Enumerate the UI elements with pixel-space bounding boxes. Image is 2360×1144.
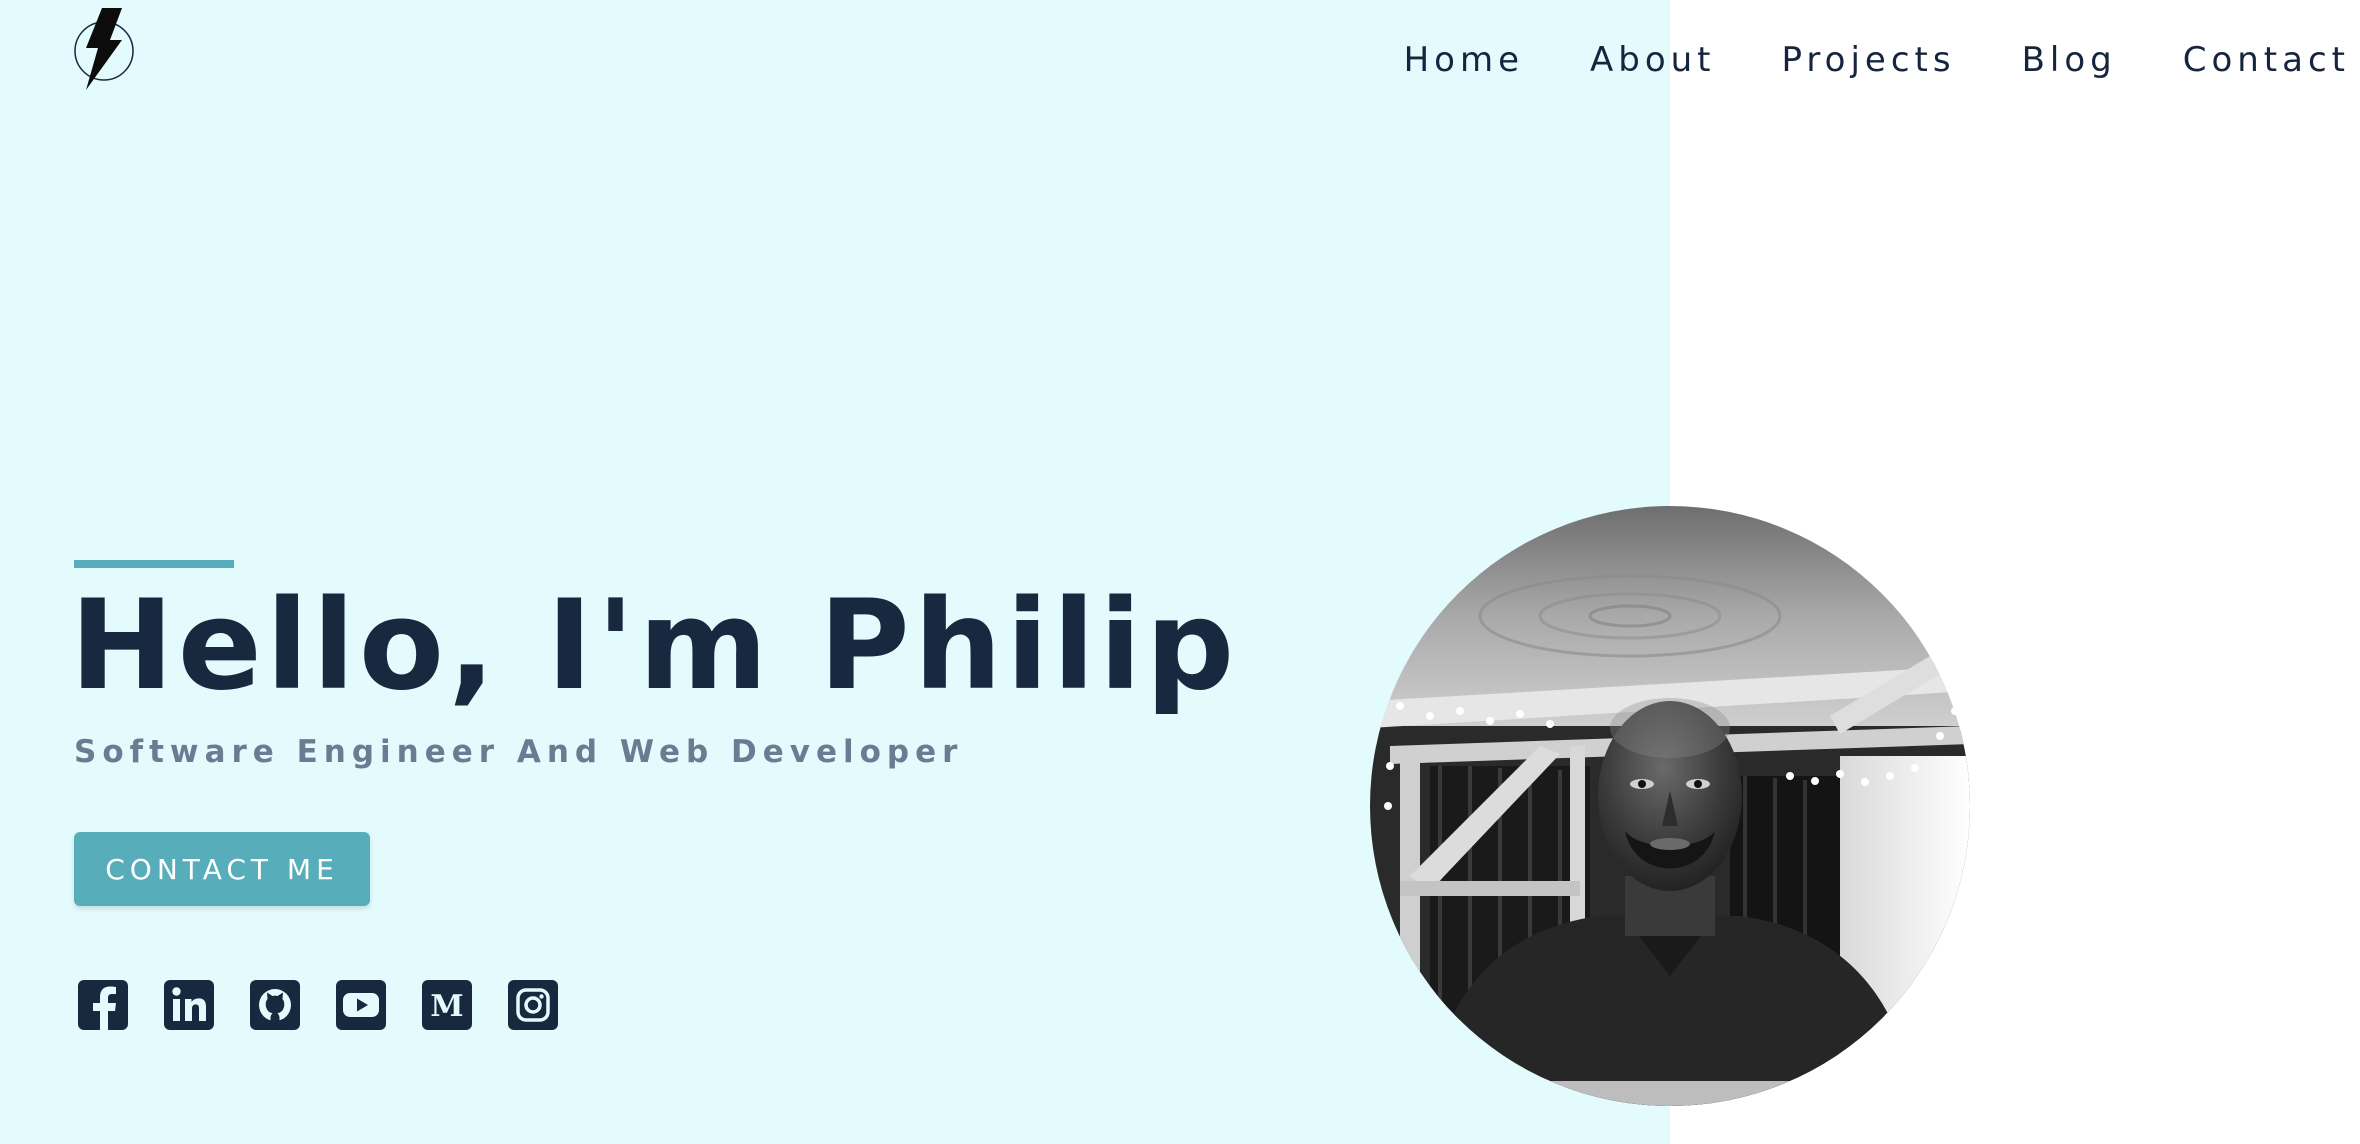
social-linkedin-link[interactable] — [164, 980, 214, 1030]
logo[interactable] — [70, 6, 138, 90]
profile-photo — [1370, 506, 1970, 1106]
linkedin-icon — [172, 987, 206, 1021]
hero-subtitle: Software Engineer And Web Developer — [74, 734, 964, 770]
nav-blog[interactable]: Blog — [2022, 36, 2117, 84]
page: Home About Projects Blog Contact Hello, … — [0, 0, 2360, 1144]
nav-projects[interactable]: Projects — [1782, 36, 1956, 84]
hero-title: Hello, I'm Philip — [70, 574, 1239, 718]
social-medium-link[interactable]: M — [422, 980, 472, 1030]
facebook-icon — [93, 986, 116, 1030]
social-github-link[interactable] — [250, 980, 300, 1030]
nav-about[interactable]: About — [1590, 36, 1716, 84]
lightning-bolt-icon — [74, 8, 134, 90]
youtube-icon — [343, 993, 379, 1017]
instagram-icon — [516, 988, 550, 1022]
profile-photo-drawing — [1370, 506, 1970, 1106]
nav-contact[interactable]: Contact — [2183, 36, 2350, 84]
github-icon — [259, 989, 291, 1022]
social-instagram-link[interactable] — [508, 980, 558, 1030]
social-facebook-link[interactable] — [78, 980, 128, 1030]
medium-icon: M — [430, 989, 463, 1024]
social-youtube-link[interactable] — [336, 980, 386, 1030]
svg-text:M: M — [430, 989, 463, 1024]
main-nav: Home About Projects Blog Contact — [1404, 36, 2350, 84]
contact-me-button[interactable]: CONTACT ME — [74, 832, 370, 906]
nav-home[interactable]: Home — [1404, 36, 1524, 84]
social-links: M — [78, 980, 558, 1030]
